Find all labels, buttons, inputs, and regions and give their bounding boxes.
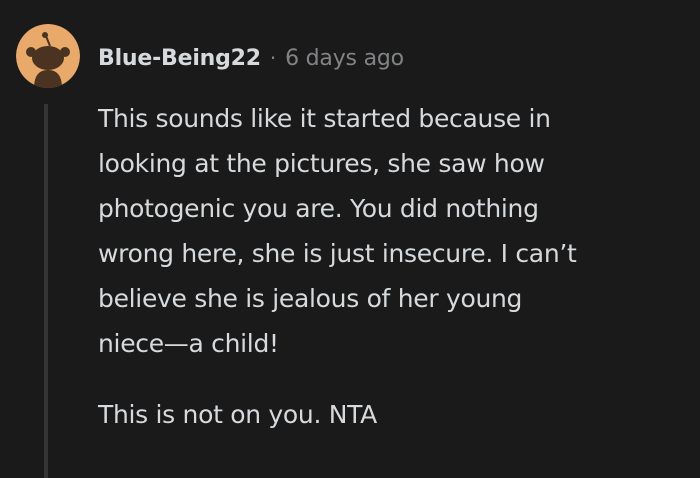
username-link[interactable]: Blue-Being22: [98, 46, 261, 71]
comment-body: This sounds like it started because in l…: [98, 96, 688, 437]
comment: Blue-Being22 · 6 days ago This sounds li…: [0, 0, 700, 478]
comment-body-line: looking at the pictures, she saw how: [98, 149, 545, 178]
comment-body-paragraph-2: This is not on you. NTA: [98, 400, 377, 429]
meta-separator: ·: [269, 46, 277, 70]
comment-body-line: This sounds like it started because in: [98, 104, 551, 133]
comment-meta: Blue-Being22 · 6 days ago: [98, 40, 404, 76]
comment-body-line: believe she is jealous of her young: [98, 284, 523, 313]
comment-body-line: wrong here, she is just insecure. I can’…: [98, 239, 577, 268]
thread-line[interactable]: [44, 104, 48, 478]
user-avatar[interactable]: [16, 24, 80, 88]
comment-body-line: niece—a child!: [98, 329, 279, 358]
comment-body-line: photogenic you are. You did nothing: [98, 194, 539, 223]
timestamp[interactable]: 6 days ago: [285, 46, 404, 71]
reddit-snoo-avatar-icon: [16, 24, 80, 88]
